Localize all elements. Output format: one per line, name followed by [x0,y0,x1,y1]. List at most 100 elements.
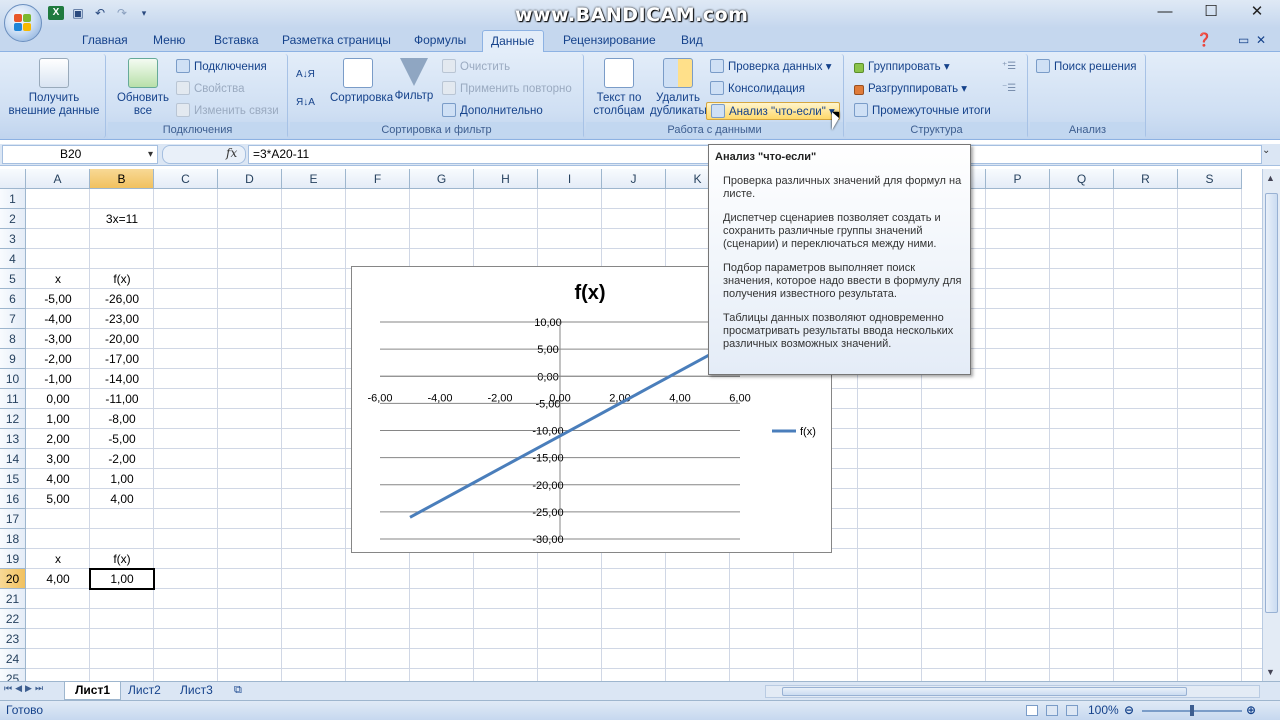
zoom-in-icon[interactable]: ⊕ [1246,701,1256,720]
remove-duplicates-button[interactable]: Удалить дубликаты [650,58,707,118]
row-header-23[interactable]: 23 [0,629,26,649]
office-button[interactable] [4,4,42,42]
excel-icon[interactable]: X [48,6,64,20]
select-all-corner[interactable] [0,169,26,189]
zoom-out-icon[interactable]: ⊖ [1124,701,1134,720]
row-header-17[interactable]: 17 [0,509,26,529]
row-header-9[interactable]: 9 [0,349,26,369]
sort-az-icon[interactable]: А↓Я [296,66,315,84]
row-header-10[interactable]: 10 [0,369,26,389]
insert-function-icon[interactable]: fx [226,146,237,160]
cell-b9[interactable]: -17,00 [90,349,154,369]
row-header-1[interactable]: 1 [0,189,26,209]
show-detail-icon[interactable]: ⁺☰ [1002,58,1016,76]
solver-button[interactable]: Поиск решения [1036,58,1136,76]
close-button[interactable]: ✕ [1234,0,1280,24]
cell-a10[interactable]: -1,00 [26,369,90,389]
row-header-16[interactable]: 16 [0,489,26,509]
column-header-e[interactable]: E [282,169,346,189]
properties-button[interactable]: Свойства [176,80,245,98]
row-header-25[interactable]: 25 [0,669,26,681]
refresh-all-button[interactable]: Обновить все [112,58,174,118]
scroll-up-icon[interactable]: ▲ [1266,173,1275,183]
insert-sheet-icon[interactable]: ⧉ [224,682,252,700]
sheet-tab-3[interactable]: Лист3 [170,682,223,700]
cell-b7[interactable]: -23,00 [90,309,154,329]
tab-formulas[interactable]: Формулы [406,30,474,52]
tab-home[interactable]: Главная [74,30,136,52]
filter-button[interactable]: Фильтр [390,58,438,103]
cell-a15[interactable]: 4,00 [26,469,90,489]
cell-a5[interactable]: x [26,269,90,289]
cell-b8[interactable]: -20,00 [90,329,154,349]
cell-a14[interactable]: 3,00 [26,449,90,469]
column-header-h[interactable]: H [474,169,538,189]
tab-view[interactable]: Вид [673,30,711,52]
sort-button[interactable]: Сортировка [330,58,393,105]
cell-b2[interactable]: 3x=11 [90,209,154,229]
sheet-tab-1[interactable]: Лист1 [64,682,122,700]
column-header-s[interactable]: S [1178,169,1242,189]
vertical-scroll-thumb[interactable] [1265,193,1278,613]
cell-b15[interactable]: 1,00 [90,469,154,489]
normal-view-icon[interactable] [1026,705,1038,716]
cell-a8[interactable]: -3,00 [26,329,90,349]
group-button[interactable]: Группировать ▾ [854,58,950,76]
minimize-button[interactable]: — [1142,0,1188,24]
what-if-analysis-button[interactable]: Анализ "что-если" ▾ [706,102,840,120]
row-header-19[interactable]: 19 [0,549,26,569]
cell-b10[interactable]: -14,00 [90,369,154,389]
horizontal-scroll-thumb[interactable] [782,687,1187,696]
page-break-view-icon[interactable] [1066,705,1078,716]
column-header-r[interactable]: R [1114,169,1178,189]
row-header-4[interactable]: 4 [0,249,26,269]
cell-a7[interactable]: -4,00 [26,309,90,329]
column-header-p[interactable]: P [986,169,1050,189]
cell-a9[interactable]: -2,00 [26,349,90,369]
row-header-18[interactable]: 18 [0,529,26,549]
sheet-tab-2[interactable]: Лист2 [118,682,171,700]
row-header-2[interactable]: 2 [0,209,26,229]
row-header-11[interactable]: 11 [0,389,26,409]
redo-icon[interactable]: ↷ [114,6,130,20]
cell-b16[interactable]: 4,00 [90,489,154,509]
row-header-5[interactable]: 5 [0,269,26,289]
advanced-filter-button[interactable]: Дополнительно [442,102,543,120]
get-external-data-button[interactable]: Получить внешние данные [4,58,104,118]
text-to-columns-button[interactable]: Текст по столбцам [588,58,650,118]
maximize-button[interactable]: ☐ [1188,0,1234,24]
sort-za-icon[interactable]: Я↓А [296,94,315,112]
tab-menu[interactable]: Меню [145,30,193,52]
row-header-8[interactable]: 8 [0,329,26,349]
qat-customize-icon[interactable]: ▾ [136,6,152,20]
cell-b14[interactable]: -2,00 [90,449,154,469]
column-header-b[interactable]: B [90,169,154,189]
edit-links-button[interactable]: Изменить связи [176,102,279,120]
row-header-22[interactable]: 22 [0,609,26,629]
zoom-level[interactable]: 100% [1088,701,1119,720]
column-header-q[interactable]: Q [1050,169,1114,189]
column-header-a[interactable]: A [26,169,90,189]
ungroup-button[interactable]: Разгруппировать ▾ [854,80,967,98]
subtotal-button[interactable]: Промежуточные итоги [854,102,991,120]
row-header-20[interactable]: 20 [0,569,26,589]
tab-data[interactable]: Данные [482,30,544,53]
scroll-down-icon[interactable]: ▼ [1266,667,1275,677]
cell-b13[interactable]: -5,00 [90,429,154,449]
sheet-nav-arrows-icon[interactable]: ⏮◀▶⏭ [4,683,46,694]
row-header-7[interactable]: 7 [0,309,26,329]
column-header-g[interactable]: G [410,169,474,189]
cell-a13[interactable]: 2,00 [26,429,90,449]
cell-a20[interactable]: 4,00 [26,569,90,589]
expand-formula-bar-icon[interactable]: ⌄ [1262,145,1270,156]
tab-page-layout[interactable]: Разметка страницы [274,30,399,52]
cell-a16[interactable]: 5,00 [26,489,90,509]
cell-a11[interactable]: 0,00 [26,389,90,409]
row-header-24[interactable]: 24 [0,649,26,669]
undo-icon[interactable]: ↶ [92,6,108,20]
row-header-3[interactable]: 3 [0,229,26,249]
cell-b19[interactable]: f(x) [90,549,154,569]
cell-b6[interactable]: -26,00 [90,289,154,309]
cell-b5[interactable]: f(x) [90,269,154,289]
cell-a12[interactable]: 1,00 [26,409,90,429]
